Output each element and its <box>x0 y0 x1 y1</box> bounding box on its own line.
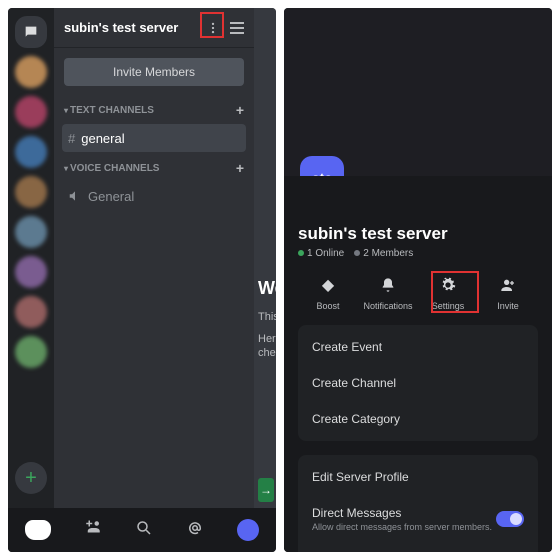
search-icon[interactable] <box>135 519 153 542</box>
send-arrow-icon[interactable]: → <box>258 478 274 502</box>
chevron-down-icon: ▾ <box>64 106 68 115</box>
create-channel-icon[interactable]: + <box>236 102 244 118</box>
person-add-icon <box>496 273 520 297</box>
add-server-button[interactable]: + <box>15 462 47 494</box>
server-status: 1 Online 2 Members <box>298 248 538 259</box>
hash-icon: # <box>68 131 75 146</box>
dm-toggle[interactable] <box>496 511 524 527</box>
create-category-item[interactable]: Create Category <box>298 401 538 437</box>
channel-category-text[interactable]: ▾ TEXT CHANNELS + <box>54 96 254 124</box>
server-icon[interactable] <box>15 296 47 328</box>
server-icon[interactable] <box>15 136 47 168</box>
bell-icon <box>376 273 400 297</box>
dm-pill[interactable] <box>15 16 47 48</box>
invite-button[interactable]: Invite <box>480 273 536 311</box>
chevron-down-icon: ▾ <box>64 164 68 173</box>
bottom-nav <box>8 508 276 552</box>
channel-category-voice[interactable]: ▾ VOICE CHANNELS + <box>54 154 254 182</box>
invite-members-button[interactable]: Invite Members <box>64 58 244 86</box>
server-icon[interactable] <box>15 256 47 288</box>
mentions-icon[interactable] <box>186 519 204 542</box>
highlight-annotation <box>431 271 479 313</box>
server-icon[interactable] <box>15 56 47 88</box>
create-channel-icon[interactable]: + <box>236 160 244 176</box>
server-name-heading: subin's test server <box>298 224 538 244</box>
discord-icon[interactable] <box>25 520 51 540</box>
server-name-label: subin's test server <box>64 20 178 35</box>
main-content-peek: We This Here chec → <box>254 8 276 552</box>
boost-button[interactable]: ◆ Boost <box>300 273 356 311</box>
highlight-annotation <box>200 12 224 38</box>
menu-button[interactable] <box>230 22 244 34</box>
server-icon[interactable] <box>15 216 47 248</box>
user-avatar[interactable] <box>237 519 259 541</box>
channel-item-general[interactable]: # general <box>62 124 246 152</box>
server-icon[interactable] <box>15 96 47 128</box>
chat-icon <box>23 24 39 40</box>
direct-messages-item[interactable]: Direct Messages Allow direct messages fr… <box>298 495 538 543</box>
edit-server-profile-item[interactable]: Edit Server Profile <box>298 459 538 495</box>
voice-channel-item[interactable]: General <box>62 182 246 210</box>
create-event-item[interactable]: Create Event <box>298 329 538 365</box>
boost-icon: ◆ <box>316 273 340 297</box>
server-icon[interactable] <box>15 176 47 208</box>
hide-muted-item[interactable]: Hide Muted Channels <box>298 543 538 552</box>
friends-icon[interactable] <box>84 519 102 542</box>
create-channel-item[interactable]: Create Channel <box>298 365 538 401</box>
server-icon[interactable] <box>15 336 47 368</box>
speaker-icon <box>68 189 82 203</box>
notifications-button[interactable]: Notifications <box>360 273 416 311</box>
server-header[interactable]: subin's test server <box>54 8 254 48</box>
